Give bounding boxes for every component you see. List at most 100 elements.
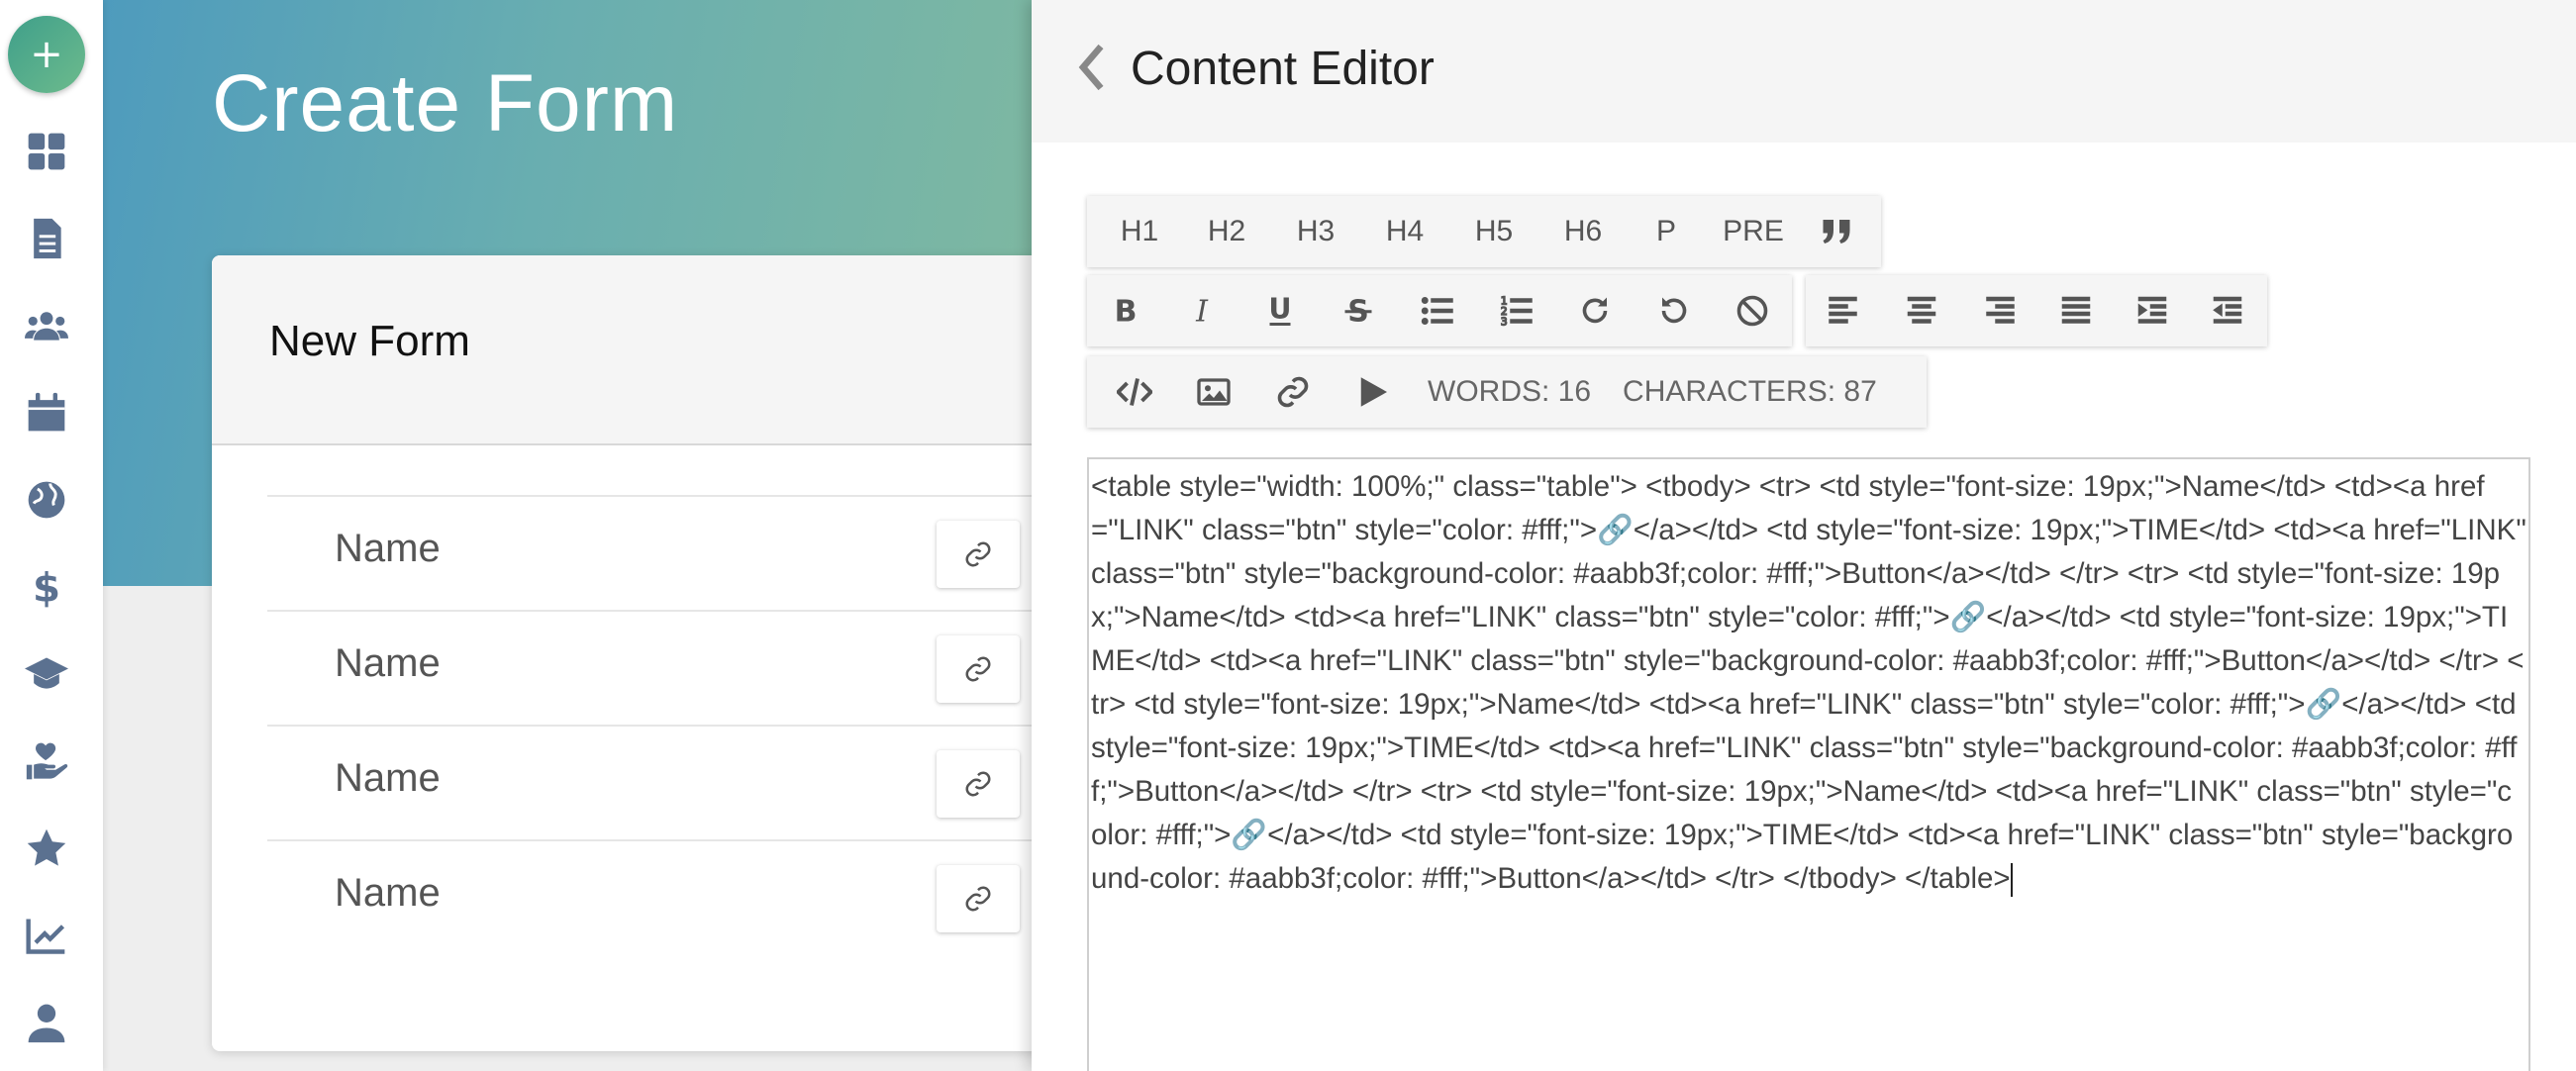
sidebar-rail: + $	[0, 0, 103, 1071]
align-toolbar	[1806, 275, 2267, 346]
align-center-button[interactable]	[1883, 275, 1960, 346]
link-icon	[965, 656, 991, 682]
outdent-button[interactable]	[2190, 275, 2265, 346]
code-view-button[interactable]	[1095, 356, 1174, 428]
bullet-list-button[interactable]	[1398, 275, 1477, 346]
play-icon	[1360, 377, 1388, 407]
calendar-icon[interactable]	[18, 384, 75, 441]
svg-text:U: U	[1268, 293, 1291, 326]
link-button[interactable]	[937, 521, 1020, 588]
code-icon	[1117, 378, 1152, 406]
bold-icon: B	[1114, 295, 1137, 330]
paragraph-button[interactable]: P	[1628, 196, 1705, 267]
content-editor-panel: Content Editor H1 H2 H3 H4 H5 H6 P PRE B…	[1032, 0, 2576, 1071]
form-card: New Form Name Name Name Name	[212, 255, 1063, 1051]
star-icon[interactable]	[18, 820, 75, 877]
underline-button[interactable]: U	[1240, 275, 1320, 346]
justify-icon	[2061, 296, 2091, 324]
form-row: Name	[267, 495, 1063, 610]
editor-header: Content Editor	[1032, 0, 2576, 143]
italic-button[interactable]: I	[1164, 275, 1241, 346]
link-icon	[965, 541, 991, 567]
heading-toolbar: H1 H2 H3 H4 H5 H6 P PRE	[1087, 196, 1881, 267]
form-row: Name	[267, 725, 1063, 839]
align-left-icon	[1829, 296, 1857, 324]
insert-image-button[interactable]	[1174, 356, 1253, 428]
user-icon[interactable]	[18, 994, 75, 1051]
insert-link-button[interactable]	[1253, 356, 1333, 428]
text-caret	[2010, 863, 2013, 898]
align-right-button[interactable]	[1960, 275, 2037, 346]
word-count: WORDS: 16	[1428, 375, 1592, 408]
svg-text:I: I	[1195, 295, 1209, 330]
users-icon[interactable]	[18, 297, 75, 354]
dashboard-icon[interactable]	[18, 123, 75, 180]
clear-format-button[interactable]	[1713, 275, 1792, 346]
indent-icon	[2137, 296, 2167, 324]
row-label: Name	[335, 527, 441, 570]
character-count: CHARACTERS: 87	[1623, 375, 1877, 408]
form-row: Name	[267, 610, 1063, 725]
align-right-icon	[1986, 296, 2015, 324]
blockquote-button[interactable]	[1802, 196, 1871, 267]
chart-line-icon[interactable]	[18, 907, 75, 964]
hand-heart-icon[interactable]	[18, 732, 75, 790]
pre-button[interactable]: PRE	[1705, 196, 1802, 267]
strikethrough-icon: S	[1344, 295, 1372, 329]
graduation-cap-icon[interactable]	[18, 645, 75, 703]
card-title: New Form	[269, 317, 470, 365]
h2-button[interactable]: H2	[1182, 196, 1271, 267]
chevron-left-icon	[1078, 44, 1104, 91]
content-text: <table style="width: 100%;" class="table…	[1091, 470, 2526, 895]
underline-icon: U	[1268, 293, 1291, 326]
h6-button[interactable]: H6	[1538, 196, 1628, 267]
undo-button[interactable]	[1635, 275, 1714, 346]
globe-icon[interactable]	[18, 471, 75, 529]
plus-icon: +	[30, 32, 63, 77]
h5-button[interactable]: H5	[1449, 196, 1538, 267]
link-button[interactable]	[937, 865, 1020, 932]
link-button[interactable]	[937, 750, 1020, 818]
outdent-icon	[2213, 296, 2242, 324]
card-header: New Form	[212, 255, 1063, 445]
italic-icon: I	[1195, 295, 1209, 330]
align-left-button[interactable]	[1806, 275, 1883, 346]
link-icon	[965, 771, 991, 797]
image-icon	[1197, 378, 1231, 406]
svg-text:3: 3	[1500, 316, 1507, 328]
back-button[interactable]	[1067, 40, 1117, 95]
document-icon[interactable]	[18, 210, 75, 267]
format-toolbar: B I U S 123	[1087, 275, 1792, 346]
undo-icon	[1661, 297, 1686, 324]
svg-text:B: B	[1114, 295, 1137, 330]
redo-icon	[1582, 297, 1608, 324]
svg-text:$: $	[33, 565, 60, 609]
redo-button[interactable]	[1555, 275, 1635, 346]
editor-title: Content Editor	[1131, 43, 1435, 95]
bullet-list-icon	[1421, 297, 1453, 325]
quote-icon	[1823, 220, 1850, 243]
row-label: Name	[335, 641, 441, 685]
dollar-icon[interactable]: $	[18, 558, 75, 616]
h1-button[interactable]: H1	[1097, 196, 1182, 267]
strikethrough-button[interactable]: S	[1320, 275, 1399, 346]
link-icon	[1277, 376, 1309, 408]
numbered-list-button[interactable]: 123	[1477, 275, 1556, 346]
justify-button[interactable]	[2037, 275, 2115, 346]
ban-icon	[1736, 295, 1768, 327]
align-center-icon	[1907, 296, 1936, 324]
numbered-list-icon: 123	[1500, 295, 1533, 329]
bold-button[interactable]: B	[1087, 275, 1164, 346]
insert-video-button[interactable]	[1333, 356, 1412, 428]
content-textarea[interactable]: <table style="width: 100%;" class="table…	[1087, 457, 2530, 1071]
link-icon	[965, 886, 991, 912]
link-button[interactable]	[937, 635, 1020, 703]
h4-button[interactable]: H4	[1360, 196, 1449, 267]
insert-toolbar: WORDS: 16 CHARACTERS: 87	[1087, 356, 1927, 428]
indent-button[interactable]	[2115, 275, 2190, 346]
h3-button[interactable]: H3	[1271, 196, 1360, 267]
row-label: Name	[335, 756, 441, 800]
row-label: Name	[335, 871, 441, 915]
form-row: Name	[267, 839, 1063, 954]
add-button[interactable]: +	[8, 16, 85, 93]
